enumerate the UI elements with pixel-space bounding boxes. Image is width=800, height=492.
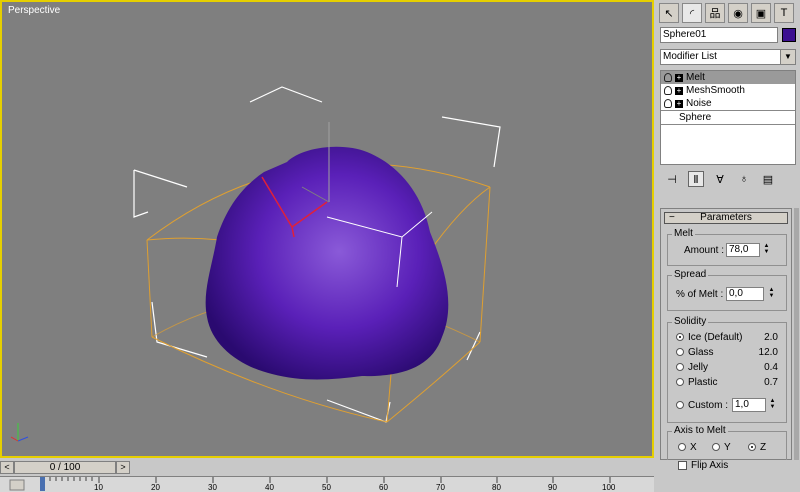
hierarchy-icon[interactable]: 品	[705, 3, 725, 23]
expand-icon[interactable]: +	[675, 86, 683, 95]
solidity-option-ice[interactable]: Ice (Default) 2.0	[676, 332, 780, 343]
axis-x-option[interactable]: X	[678, 442, 697, 453]
remove-modifier-icon[interactable]: ♁	[736, 171, 752, 187]
panel-scrollbar[interactable]	[794, 208, 799, 460]
custom-solidity-field[interactable]: 1,0	[732, 398, 766, 412]
axis-tripod	[8, 413, 32, 450]
radio-button[interactable]	[676, 401, 684, 410]
stack-item-label: Sphere	[679, 112, 712, 123]
object-color-swatch[interactable]	[782, 28, 796, 42]
perspective-viewport[interactable]: Perspective	[0, 0, 654, 458]
parameters-rollout: − Parameters Melt Amount : 78,0 ▲ ▼ Sprea…	[660, 208, 792, 460]
stack-item-noise[interactable]: + Noise	[661, 97, 795, 110]
chevron-down-icon[interactable]: ▼	[780, 50, 795, 64]
stack-item-meshsmooth[interactable]: + MeshSmooth	[661, 84, 795, 97]
radio-button[interactable]	[748, 443, 756, 452]
modify-icon[interactable]: ◜	[682, 3, 702, 23]
solidity-option-custom[interactable]: Custom :	[676, 400, 728, 411]
command-panel-tabs: ↖ ◜ 品 ◉ ▣ T	[656, 0, 800, 23]
display-icon[interactable]: ▣	[751, 3, 771, 23]
motion-icon[interactable]: ◉	[728, 3, 748, 23]
time-slider-track[interactable]: < 0 / 100 >	[0, 461, 654, 475]
solidity-value: 2.0	[764, 332, 778, 343]
prev-frame-button[interactable]: <	[0, 461, 14, 474]
utilities-icon[interactable]: T	[774, 3, 794, 23]
bulb-icon[interactable]	[664, 86, 672, 95]
pin-stack-icon[interactable]: ⊣	[664, 171, 680, 187]
amount-label: Amount :	[684, 245, 725, 256]
group-title: Axis to Melt	[672, 425, 728, 436]
collapse-icon[interactable]: −	[669, 213, 675, 223]
amount-spinner[interactable]: ▲ ▼	[762, 243, 771, 257]
create-icon[interactable]: ↖	[659, 3, 679, 23]
radio-button[interactable]	[712, 443, 720, 452]
modifier-list-dropdown[interactable]: Modifier List ▼	[660, 49, 796, 65]
radio-button[interactable]	[678, 443, 686, 452]
percent-of-melt-field[interactable]: 0,0	[726, 287, 764, 301]
stack-item-melt[interactable]: + Melt	[661, 71, 795, 84]
percent-of-melt-label: % of Melt :	[676, 289, 724, 300]
solidity-option-plastic[interactable]: Plastic 0.7	[676, 377, 780, 388]
axis-y-option[interactable]: Y	[712, 442, 731, 453]
checkbox[interactable]	[678, 460, 687, 470]
solidity-option-jelly[interactable]: Jelly 0.4	[676, 362, 780, 373]
expand-icon[interactable]: +	[675, 99, 683, 108]
radio-button[interactable]	[676, 348, 684, 357]
command-panel: ↖ ◜ 品 ◉ ▣ T Sphere01 Modifier List ▼ + M…	[656, 0, 800, 471]
flip-axis-checkbox[interactable]: Flip Axis	[678, 460, 728, 471]
track-bar[interactable]: 10 20 30 40 50 60 70 80 90 100	[0, 476, 654, 492]
bulb-icon[interactable]	[664, 99, 672, 108]
solidity-group: Solidity Ice (Default) 2.0 Glass 12.0 Je…	[667, 316, 787, 423]
solidity-value: 0.4	[764, 362, 778, 373]
rollout-title: Parameters	[700, 212, 752, 223]
show-end-result-icon[interactable]: Ⅱ	[688, 171, 704, 187]
radio-button[interactable]	[676, 333, 684, 342]
viewport-scene[interactable]	[2, 2, 652, 456]
make-unique-icon[interactable]: ∀	[712, 171, 728, 187]
percent-of-melt-spinner[interactable]: ▲ ▼	[767, 287, 776, 301]
stack-item-label: Noise	[686, 98, 712, 109]
solidity-value: 12.0	[758, 347, 778, 358]
object-name-field[interactable]: Sphere01	[660, 27, 778, 43]
custom-solidity-spinner[interactable]: ▲ ▼	[768, 398, 777, 412]
axis-to-melt-group: Axis to Melt X Y Z	[667, 425, 787, 460]
stack-item-label: MeshSmooth	[686, 85, 745, 96]
next-frame-button[interactable]: >	[116, 461, 130, 474]
bulb-icon[interactable]	[664, 73, 672, 82]
parameters-rollout-header[interactable]: − Parameters	[664, 212, 788, 224]
group-title: Solidity	[672, 316, 709, 327]
melted-sphere	[205, 146, 449, 380]
modifier-stack[interactable]: + Melt + MeshSmooth + Noise Sphere	[660, 70, 796, 165]
spread-group: Spread % of Melt : 0,0 ▲ ▼	[667, 269, 787, 311]
stack-toolbar: ⊣ Ⅱ ∀ ♁ ▤	[660, 170, 800, 188]
solidity-option-glass[interactable]: Glass 12.0	[676, 347, 780, 358]
stack-item-label: Melt	[686, 72, 705, 83]
radio-button[interactable]	[676, 378, 684, 387]
time-slider[interactable]: 0 / 100	[14, 461, 116, 474]
axis-z-option[interactable]: Z	[748, 442, 766, 453]
configure-modifier-sets-icon[interactable]: ▤	[760, 171, 776, 187]
solidity-value: 0.7	[764, 377, 778, 388]
expand-icon[interactable]: +	[675, 73, 683, 82]
radio-button[interactable]	[676, 363, 684, 372]
amount-field[interactable]: 78,0	[726, 243, 760, 257]
modifier-list-label: Modifier List	[663, 51, 717, 62]
stack-item-sphere[interactable]: Sphere	[661, 111, 795, 124]
melt-group: Melt Amount : 78,0 ▲ ▼	[667, 228, 787, 266]
group-title: Spread	[672, 269, 709, 280]
group-title: Melt	[672, 228, 695, 239]
